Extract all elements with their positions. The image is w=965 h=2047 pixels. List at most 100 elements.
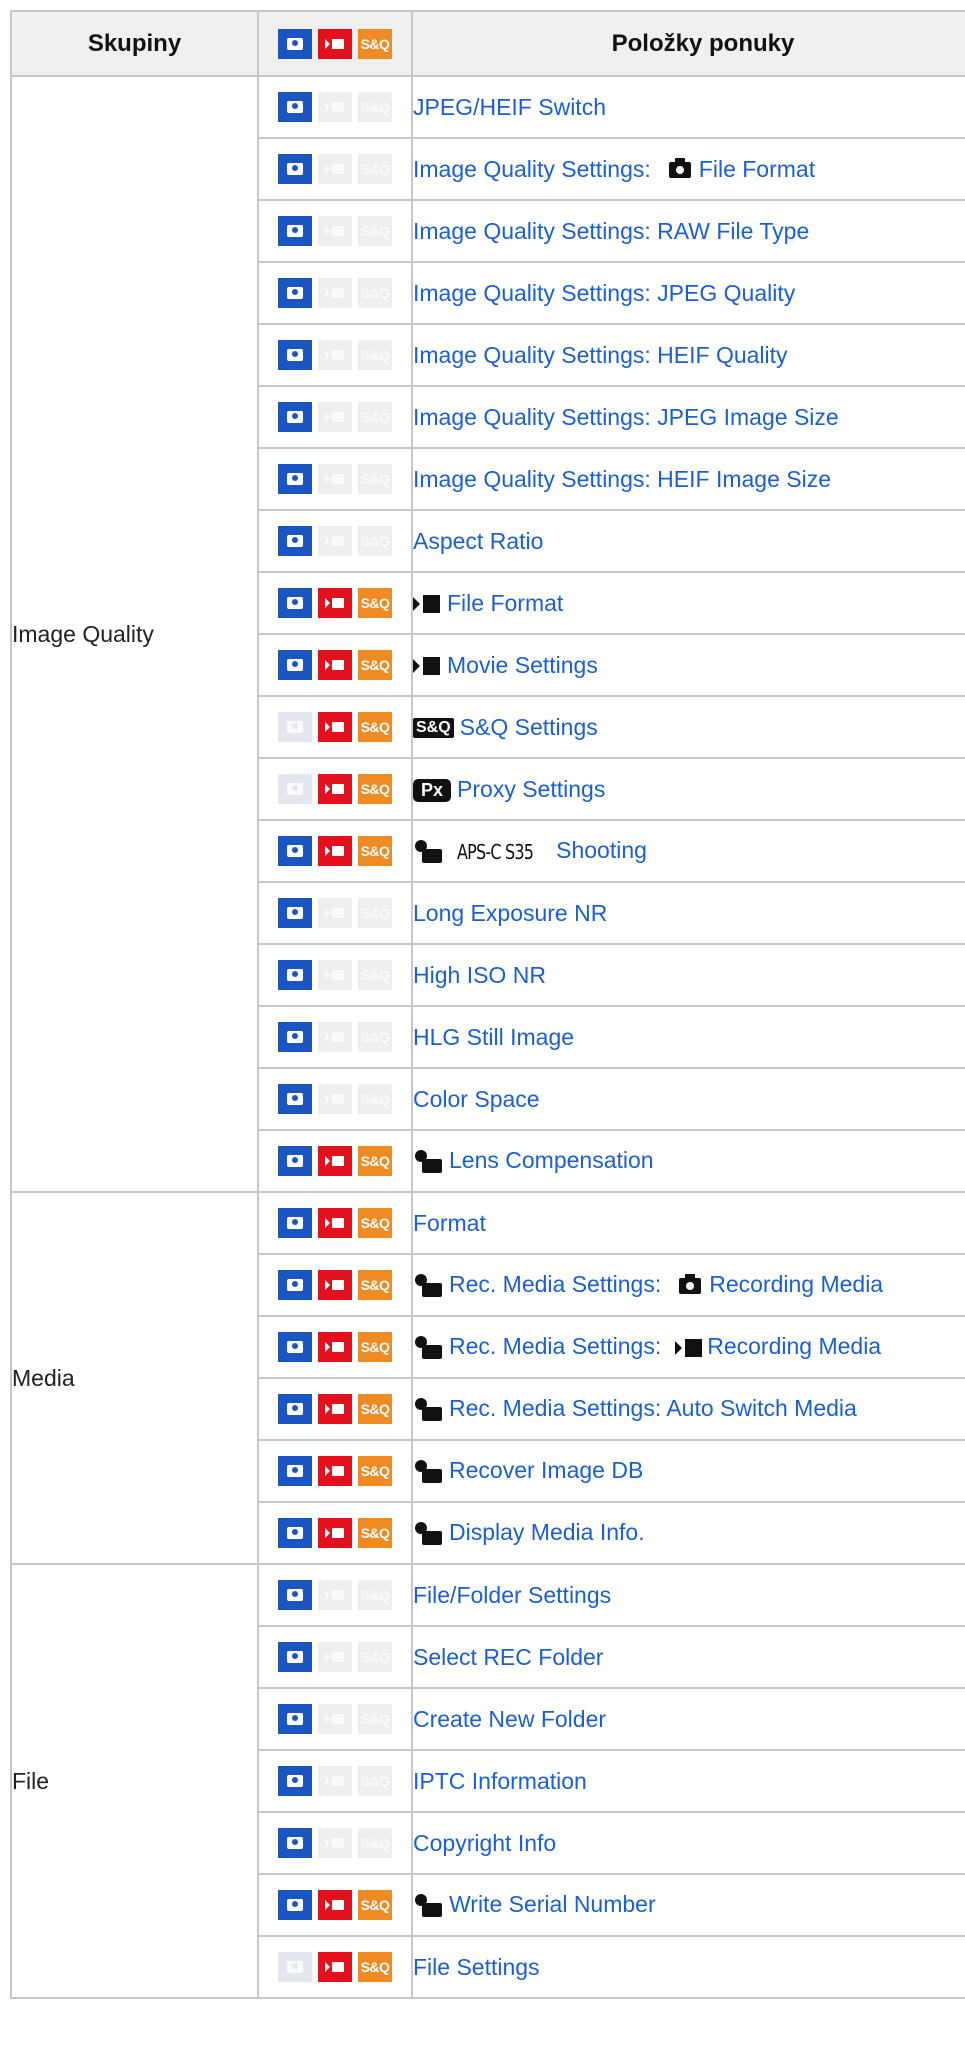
camera-icon xyxy=(278,1270,312,1300)
menu-item-label[interactable]: High ISO NR xyxy=(414,962,546,988)
menu-item[interactable]: Select REC Folder xyxy=(411,1625,965,1689)
camera-icon xyxy=(278,1828,312,1858)
menu-item[interactable]: Movie Settings xyxy=(411,633,965,697)
mode-icons: S&Q xyxy=(257,633,413,697)
menu-item-label[interactable]: File Format xyxy=(447,590,563,616)
menu-item[interactable]: Format xyxy=(411,1191,965,1255)
sq-icon: S&Q xyxy=(358,712,392,742)
sq-icon: S&Q xyxy=(358,526,392,556)
menu-item[interactable]: Long Exposure NR xyxy=(411,881,965,945)
movie-icon xyxy=(318,1828,352,1858)
menu-item-label[interactable]: Movie Settings xyxy=(447,652,598,678)
menu-item[interactable]: JPEG/HEIF Switch xyxy=(411,75,965,139)
menu-item[interactable]: Image Quality Settings: JPEG Quality xyxy=(411,261,965,325)
sq-icon: S&Q xyxy=(358,1828,392,1858)
menu-item[interactable]: IPTC Information xyxy=(411,1749,965,1813)
camera-icon xyxy=(278,1456,312,1486)
menu-item-label[interactable]: Aspect Ratio xyxy=(414,528,543,554)
mode-icons: S&Q xyxy=(257,75,413,139)
menu-item-label[interactable]: Write Serial Number xyxy=(449,1891,656,1917)
menu-item[interactable]: Image Quality Settings: RAW File Type xyxy=(411,199,965,263)
menu-item-label[interactable]: File/Folder Settings xyxy=(414,1582,611,1608)
menu-item[interactable]: Display Media Info. xyxy=(411,1501,965,1565)
menu-item-label[interactable]: Image Quality Settings: xyxy=(414,156,651,182)
sq-icon: S&Q xyxy=(358,92,392,122)
menu-item[interactable]: S&Q S&Q Settings xyxy=(411,695,965,759)
menu-item-label[interactable]: Lens Compensation xyxy=(449,1147,654,1173)
menu-item[interactable]: Image Quality Settings: HEIF Image Size xyxy=(411,447,965,511)
mode-icons: S&Q xyxy=(257,137,413,201)
menu-item-label[interactable]: Color Space xyxy=(414,1086,540,1112)
sq-icon: S&Q xyxy=(358,464,392,494)
menu-item[interactable]: Copyright Info xyxy=(411,1811,965,1875)
camera-icon xyxy=(278,898,312,928)
menu-item[interactable]: Rec. Media Settings: Recording Media xyxy=(411,1253,965,1317)
menu-item[interactable]: APS-C S35 Shooting xyxy=(411,819,965,883)
camera-icon xyxy=(278,1208,312,1238)
menu-item[interactable]: Rec. Media Settings: Auto Switch Media xyxy=(411,1377,965,1441)
camera-icon xyxy=(278,340,312,370)
menu-item-label[interactable]: S&Q Settings xyxy=(460,714,598,740)
menu-item-label[interactable]: Create New Folder xyxy=(414,1706,606,1732)
mode-icons-header: S&Q xyxy=(257,10,413,77)
my-menu-settings-icon xyxy=(414,1273,443,1299)
menu-item[interactable]: Px Proxy Settings xyxy=(411,757,965,821)
menu-item[interactable]: Aspect Ratio xyxy=(411,509,965,573)
menu-item-label-2[interactable]: Recording Media xyxy=(707,1333,881,1359)
movie-icon xyxy=(318,712,352,742)
movie-icon xyxy=(318,1766,352,1796)
menu-item-label[interactable]: Rec. Media Settings: xyxy=(449,1271,661,1297)
menu-item-label[interactable]: Recover Image DB xyxy=(449,1457,643,1483)
menu-item[interactable]: Create New Folder xyxy=(411,1687,965,1751)
menu-item-label[interactable]: IPTC Information xyxy=(414,1768,587,1794)
menu-item-label[interactable]: Image Quality Settings: HEIF Image Size xyxy=(414,466,831,492)
sq-icon: S&Q xyxy=(358,588,392,618)
menu-item[interactable]: File/Folder Settings xyxy=(411,1563,965,1627)
movie-icon xyxy=(675,1337,703,1359)
mode-icons: S&Q xyxy=(257,1439,413,1503)
menu-item-label[interactable]: Shooting xyxy=(556,837,647,863)
menu-item-label-2[interactable]: Recording Media xyxy=(709,1271,883,1297)
menu-item-label[interactable]: Select REC Folder xyxy=(414,1644,603,1670)
menu-item[interactable]: Color Space xyxy=(411,1067,965,1131)
menu-item-label[interactable]: Rec. Media Settings: xyxy=(449,1333,661,1359)
mode-icons: S&Q xyxy=(257,819,413,883)
menu-item[interactable]: High ISO NR xyxy=(411,943,965,1007)
camera-icon xyxy=(278,1146,312,1176)
menu-item[interactable]: File Settings xyxy=(411,1935,965,1999)
movie-icon xyxy=(318,1952,352,1982)
menu-item-label[interactable]: Format xyxy=(414,1210,486,1236)
menu-item-label[interactable]: Image Quality Settings: JPEG Quality xyxy=(414,280,795,306)
menu-item[interactable]: Lens Compensation xyxy=(411,1129,965,1193)
menu-item[interactable]: Image Quality Settings: File Format xyxy=(411,137,965,201)
movie-icon xyxy=(318,1394,352,1424)
menu-item[interactable]: Write Serial Number xyxy=(411,1873,965,1937)
menu-item-label[interactable]: File Settings xyxy=(414,1954,540,1980)
menu-item[interactable]: File Format xyxy=(411,571,965,635)
my-menu-settings-icon xyxy=(414,839,443,865)
menu-item-label[interactable]: Image Quality Settings: HEIF Quality xyxy=(414,342,788,368)
sq-icon: S&Q xyxy=(358,1394,392,1424)
movie-icon xyxy=(318,650,352,680)
menu-item[interactable]: Rec. Media Settings: Recording Media xyxy=(411,1315,965,1379)
menu-item-label[interactable]: Image Quality Settings: RAW File Type xyxy=(414,218,809,244)
menu-item-label[interactable]: Image Quality Settings: JPEG Image Size xyxy=(414,404,839,430)
my-menu-settings-icon xyxy=(414,1521,443,1547)
menu-item[interactable]: Recover Image DB xyxy=(411,1439,965,1503)
menu-item-label[interactable]: Proxy Settings xyxy=(457,776,605,802)
menu-item-label[interactable]: Copyright Info xyxy=(414,1830,556,1856)
proxy-icon: Px xyxy=(414,778,452,802)
menu-item[interactable]: Image Quality Settings: HEIF Quality xyxy=(411,323,965,387)
sq-icon: S&Q xyxy=(358,402,392,432)
menu-item[interactable]: Image Quality Settings: JPEG Image Size xyxy=(411,385,965,449)
menu-item-label[interactable]: JPEG/HEIF Switch xyxy=(414,94,606,120)
menu-item-label[interactable]: HLG Still Image xyxy=(414,1024,574,1050)
menu-item-label[interactable]: Long Exposure NR xyxy=(414,900,607,926)
menu-item-label[interactable]: Display Media Info. xyxy=(449,1519,645,1545)
menu-item[interactable]: HLG Still Image xyxy=(411,1005,965,1069)
header-row: Skupiny S&Q Položky ponuky xyxy=(10,10,965,77)
menu-item-label-2[interactable]: File Format xyxy=(699,156,815,182)
aps-c-s35-icon: APS-C S35 xyxy=(457,839,534,864)
menu-item-label[interactable]: Rec. Media Settings: Auto Switch Media xyxy=(449,1395,857,1421)
movie-icon xyxy=(318,1456,352,1486)
